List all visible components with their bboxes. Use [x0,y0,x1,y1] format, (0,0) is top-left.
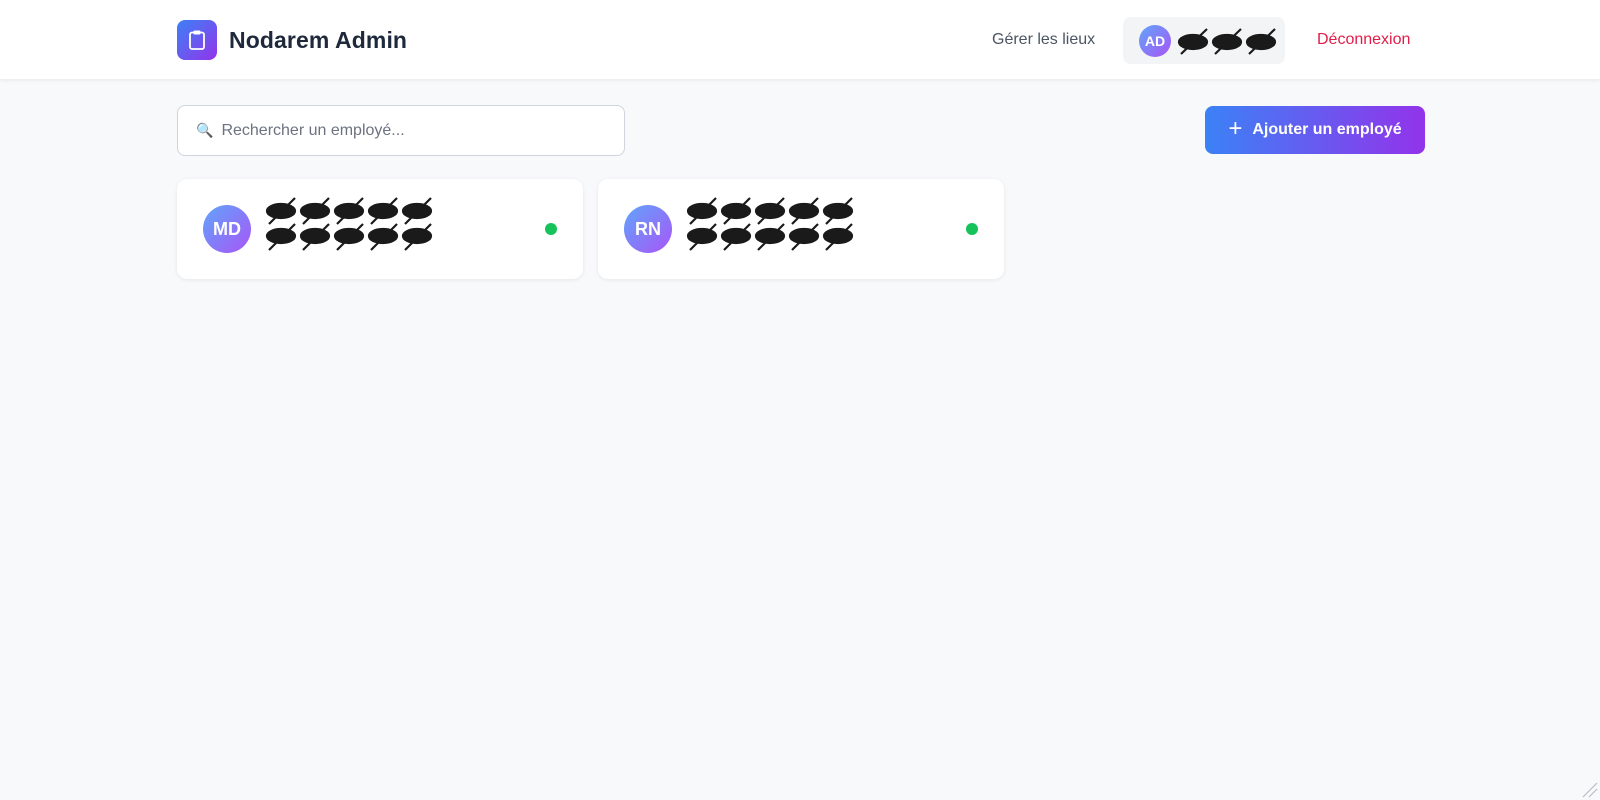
status-indicator [545,223,557,235]
redacted-user-name [1177,26,1279,56]
plus-icon: + [1228,114,1243,142]
user-chip[interactable]: AD [1123,17,1285,64]
clipboard-icon [177,20,217,60]
user-avatar: AD [1139,24,1171,57]
manage-locations-link[interactable]: Gérer les lieux [992,31,1095,49]
logout-link[interactable]: Déconnexion [1317,31,1410,49]
top-header: Nodarem Admin Gérer les lieux AD Déconne… [0,0,1600,80]
employee-avatar: MD [203,205,251,253]
employee-card[interactable]: MD [177,179,583,279]
search-box[interactable]: 🔍 [177,105,625,156]
employee-avatar: RN [624,205,672,253]
search-icon: 🔍 [196,122,214,138]
app-title: Nodarem Admin [229,26,408,53]
employee-info [686,197,860,251]
status-indicator [966,223,978,235]
employee-card[interactable]: RN [598,179,1004,279]
employee-info [265,197,439,251]
redacted-employee-details [265,197,433,251]
search-input[interactable] [221,121,602,140]
add-employee-label: Ajouter un employé [1252,121,1402,138]
add-employee-button[interactable]: + Ajouter un employé [1205,106,1425,154]
brand[interactable]: Nodarem Admin [177,20,407,60]
redacted-employee-details [686,197,854,251]
resize-grip-icon[interactable] [1578,778,1598,798]
